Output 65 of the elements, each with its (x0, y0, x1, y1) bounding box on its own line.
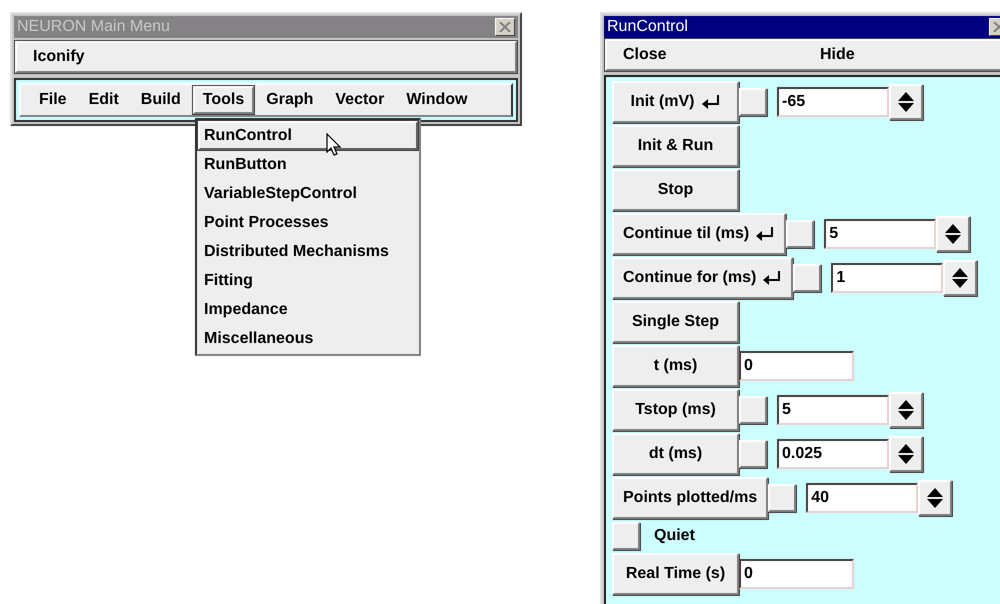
menu-item[interactable]: Window (396, 86, 478, 114)
dropdown-item[interactable]: Fitting (198, 266, 418, 295)
control-button[interactable]: Points plotted/ms (612, 477, 768, 519)
spinner-button[interactable] (943, 260, 978, 296)
dropdown-item[interactable]: Point Processes (198, 208, 418, 237)
window-command-button[interactable]: Close (607, 41, 804, 69)
value-field[interactable]: -65 (777, 87, 889, 117)
menu-item[interactable]: Tools (192, 86, 254, 114)
checkbox[interactable] (793, 264, 822, 292)
checkbox[interactable] (786, 220, 814, 248)
dropdown-item[interactable]: RunButton (198, 150, 418, 179)
up-down-arrows-icon (897, 443, 915, 465)
checkbox[interactable] (612, 522, 640, 550)
value-field[interactable]: 0 (739, 559, 854, 589)
menu-item[interactable]: Vector (325, 86, 394, 114)
dropdown-item[interactable]: Miscellaneous (198, 324, 418, 353)
spinner-button[interactable] (918, 480, 952, 516)
dropdown-item[interactable]: VariableStepControl (198, 179, 418, 208)
value-field[interactable]: 5 (777, 395, 889, 425)
up-down-arrows-icon (897, 91, 915, 113)
value-field[interactable]: 0 (739, 351, 854, 381)
control-button[interactable]: Single Step (612, 301, 739, 343)
window-title: RunControl (607, 17, 688, 37)
checkbox-label: Quiet (654, 526, 695, 546)
up-down-arrows-icon (926, 487, 944, 509)
iconify-button[interactable]: Iconify (15, 41, 517, 73)
enter-arrow-icon (762, 270, 782, 286)
menu-item[interactable]: File (29, 86, 77, 114)
spinner-button[interactable] (889, 392, 923, 428)
control-button[interactable]: Tstop (ms) (612, 389, 739, 431)
value-field[interactable]: 5 (824, 219, 936, 249)
checkbox[interactable] (739, 396, 767, 424)
checkbox[interactable] (768, 484, 796, 512)
control-button[interactable]: Stop (612, 169, 739, 211)
menu-item[interactable]: Build (130, 86, 191, 114)
window-command-button[interactable]: Hide (804, 41, 1000, 69)
spinner-button[interactable] (889, 436, 923, 472)
up-down-arrows-icon (951, 267, 970, 289)
menu-item[interactable]: Graph (256, 86, 324, 114)
window-title: NEURON Main Menu (17, 17, 170, 37)
value-field[interactable]: 1 (831, 263, 944, 293)
control-button[interactable]: Init (mV) (612, 81, 739, 123)
up-down-arrows-icon (897, 399, 915, 421)
mouse-pointer-icon (326, 133, 342, 157)
enter-arrow-icon (700, 94, 720, 110)
value-field[interactable]: 0.025 (777, 439, 889, 469)
up-down-arrows-icon (944, 223, 962, 245)
checkbox[interactable] (739, 440, 767, 468)
spinner-button[interactable] (889, 84, 923, 120)
enter-arrow-icon (755, 226, 776, 242)
dropdown-item[interactable]: RunControl (198, 121, 418, 150)
control-button[interactable]: Continue for (ms) (612, 257, 794, 299)
control-button[interactable]: Continue til (ms) (612, 213, 786, 255)
spinner-button[interactable] (936, 216, 970, 252)
control-button[interactable]: t (ms) (612, 345, 739, 387)
close-button[interactable] (495, 18, 515, 36)
checkbox[interactable] (739, 88, 767, 116)
control-button[interactable]: Real Time (s) (612, 553, 739, 595)
menu-item[interactable]: Edit (78, 86, 129, 114)
close-icon (499, 22, 511, 32)
dropdown-item[interactable]: Impedance (198, 295, 418, 324)
value-field[interactable]: 40 (806, 483, 918, 513)
control-button[interactable]: dt (ms) (612, 433, 739, 475)
control-button[interactable]: Init & Run (612, 125, 739, 167)
dropdown-item[interactable]: Distributed Mechanisms (198, 237, 418, 266)
